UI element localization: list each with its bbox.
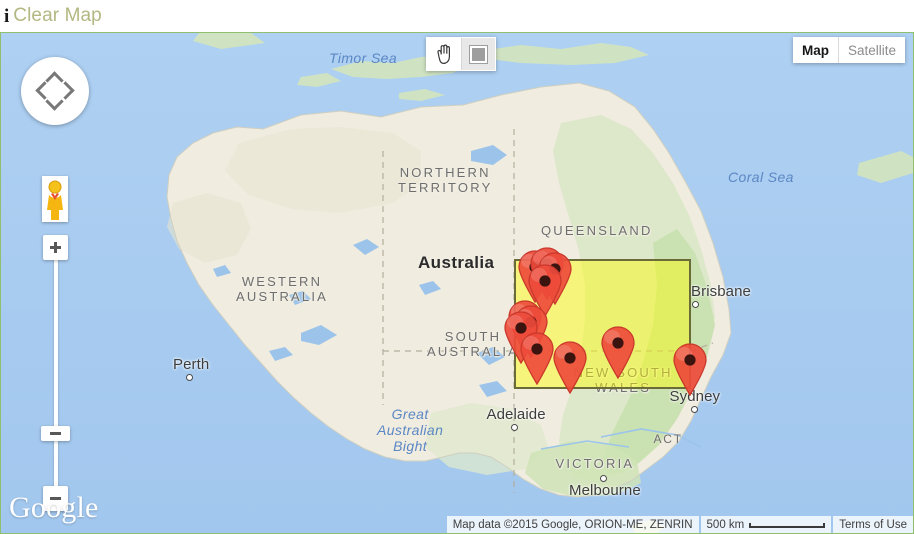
marker-pin-icon: [601, 326, 635, 379]
scale-control: 500 km: [700, 516, 832, 533]
drawing-tools: [426, 37, 496, 71]
map-terrain: [1, 33, 913, 533]
street-view-pegman[interactable]: [42, 176, 68, 222]
marker-pin-icon: [553, 341, 587, 394]
rectangle-icon: [469, 44, 488, 64]
map-application: i Clear Map Australia NORTHERN TERRITORY…: [0, 0, 914, 534]
map-type-satellite-button[interactable]: Satellite: [837, 37, 905, 63]
map-data-attribution: Map data ©2015 Google, ORION-ME, ZENRIN: [446, 516, 699, 533]
map-type-control: Map Satellite: [792, 37, 905, 63]
zoom-in-button[interactable]: [43, 235, 68, 260]
map-canvas[interactable]: Australia NORTHERN TERRITORY WESTERN AUSTR…: [1, 33, 913, 533]
zoom-control[interactable]: [41, 235, 70, 511]
hand-tool-button[interactable]: [427, 38, 461, 70]
pan-control[interactable]: [21, 57, 89, 125]
marker-pin-icon: [673, 343, 707, 396]
info-icon[interactable]: i: [2, 7, 13, 26]
handle-icon: [50, 432, 61, 435]
page-header: i Clear Map: [0, 0, 914, 32]
map-marker[interactable]: [671, 342, 709, 396]
rectangle-tool-button[interactable]: [461, 38, 495, 70]
google-logo: Google: [9, 491, 99, 524]
map-marker[interactable]: [599, 325, 637, 379]
clear-map-link[interactable]: Clear Map: [13, 5, 102, 27]
terms-of-use-link[interactable]: Terms of Use: [833, 516, 913, 533]
scale-label: 500 km: [706, 518, 745, 531]
map-frame[interactable]: Australia NORTHERN TERRITORY WESTERN AUSTR…: [0, 32, 914, 534]
map-marker[interactable]: [551, 340, 589, 394]
map-type-map-button[interactable]: Map: [792, 37, 838, 63]
plus-icon: [50, 242, 61, 253]
pegman-icon: [47, 180, 63, 220]
zoom-slider-handle[interactable]: [41, 426, 70, 441]
hand-icon: [437, 44, 450, 64]
zoom-slider-track[interactable]: [54, 259, 58, 488]
map-attribution: Map data ©2015 Google, ORION-ME, ZENRIN …: [446, 516, 913, 533]
scale-bar: [749, 523, 826, 528]
